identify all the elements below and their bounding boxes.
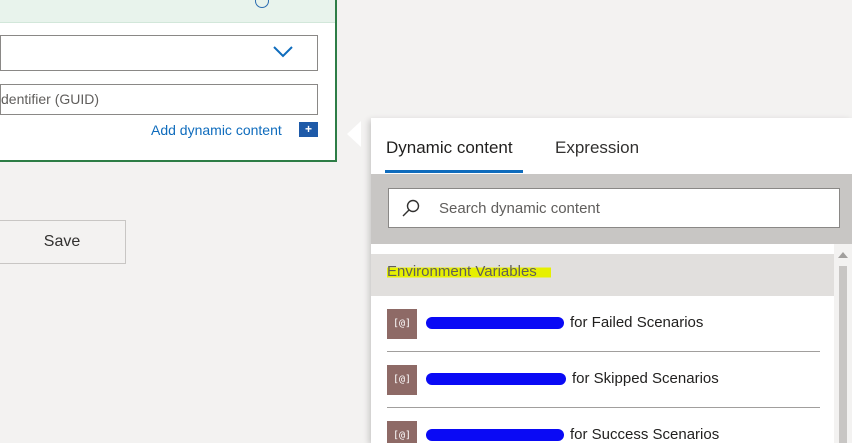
scroll-thumb[interactable] [839, 266, 847, 443]
scrollbar[interactable] [834, 244, 852, 443]
tab-expression[interactable]: Expression [555, 138, 639, 158]
list-item[interactable]: [@] for Skipped Scenarios [371, 352, 834, 408]
group-header: Environment Variables [371, 254, 834, 296]
search-icon [402, 199, 420, 217]
add-dynamic-content-link[interactable]: Add dynamic content [151, 122, 282, 138]
redaction-mark [426, 429, 564, 442]
redaction-mark [426, 373, 566, 386]
card-header [0, 0, 335, 23]
info-icon[interactable] [255, 0, 269, 8]
dynamic-content-flyout: Dynamic content Expression Search dynami… [371, 118, 852, 443]
environment-dropdown[interactable] [0, 35, 318, 71]
list-item-label: for Success Scenarios [570, 426, 720, 443]
variable-icon: [@] [387, 421, 417, 443]
dynamic-content-list: Environment Variables [@] for Failed Sce… [371, 244, 834, 443]
list-item-label: for Skipped Scenarios [572, 370, 719, 387]
action-card: dentifier (GUID) Add dynamic content + [0, 0, 337, 162]
variable-icon: [@] [387, 365, 417, 395]
guid-input[interactable]: dentifier (GUID) [0, 84, 318, 115]
list-item[interactable]: [@] for Failed Scenarios [371, 296, 834, 352]
tab-dynamic-content[interactable]: Dynamic content [386, 138, 513, 158]
chevron-down-icon [273, 46, 293, 58]
list-item-text-wrap: for Skipped Scenarios [426, 370, 719, 387]
scroll-up-icon[interactable] [838, 252, 848, 258]
list-item[interactable]: [@] for Success Scenarios [371, 408, 834, 443]
redaction-mark [426, 317, 564, 330]
search-placeholder: Search dynamic content [439, 200, 600, 217]
add-dynamic-content-icon[interactable]: + [299, 122, 318, 137]
list-item-label: for Failed Scenarios [570, 314, 704, 331]
active-tab-indicator [385, 170, 523, 173]
list-item-text-wrap: for Success Scenarios [426, 426, 719, 443]
search-area: Search dynamic content [371, 174, 852, 244]
flyout-pointer [347, 121, 361, 147]
flyout-tabs: Dynamic content Expression [371, 118, 852, 174]
list-item-text-wrap: for Failed Scenarios [426, 314, 703, 331]
search-input[interactable]: Search dynamic content [388, 188, 840, 228]
variable-icon: [@] [387, 309, 417, 339]
save-button[interactable]: Save [0, 220, 126, 264]
group-label: Environment Variables [387, 263, 551, 280]
guid-placeholder: dentifier (GUID) [1, 91, 100, 107]
